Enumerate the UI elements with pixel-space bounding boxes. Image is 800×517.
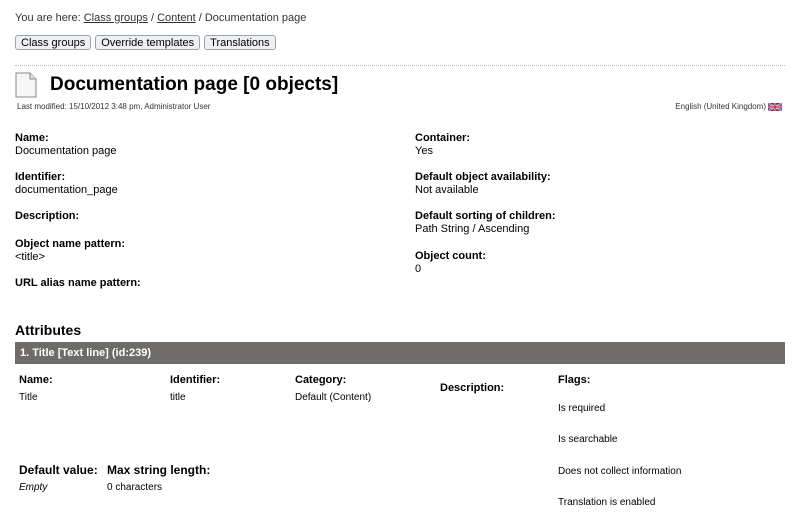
sorting-value: Path String / Ascending — [415, 223, 530, 235]
attr-category-label: Category: — [295, 374, 347, 386]
breadcrumb-separator: / — [150, 12, 155, 24]
description-label: Description: — [15, 210, 80, 222]
availability-label: Default object availability: — [415, 171, 551, 183]
flag-is-required: Is required — [558, 403, 606, 414]
breadcrumb-prefix: You are here: — [15, 12, 81, 24]
attr-identifier-value: title — [170, 392, 186, 403]
object-name-pattern-value: <title> — [15, 251, 45, 263]
attr-name-label: Name: — [19, 374, 53, 386]
breadcrumb: You are here: Class groups / Content / D… — [15, 12, 306, 24]
divider — [15, 65, 785, 66]
name-label: Name: — [15, 132, 49, 144]
attribute-header-bar: 1. Title [Text line] (id:239) — [15, 342, 785, 364]
default-value-label: Default value: — [19, 463, 98, 477]
attr-flags-label: Flags: — [558, 374, 591, 386]
name-value: Documentation page — [15, 145, 117, 157]
language-label: English (United Kingdom) — [675, 102, 766, 111]
attr-description-label: Description: — [440, 382, 505, 394]
page-title: Documentation page [0 objects] — [50, 74, 339, 95]
flag-information-collector: Does not collect information — [558, 466, 682, 477]
max-string-length-label: Max string length: — [107, 463, 211, 477]
attribute-header-title: 1. Title [Text line] (id:239) — [20, 347, 152, 359]
breadcrumb-separator: / — [198, 12, 202, 24]
breadcrumb-current: Documentation page — [204, 12, 307, 24]
attr-name-value: Title — [19, 392, 38, 403]
identifier-label: Identifier: — [15, 171, 66, 183]
max-string-length-value: 0 characters — [107, 482, 163, 493]
attributes-heading: Attributes — [15, 322, 82, 338]
uk-flag-icon — [767, 101, 783, 112]
breadcrumb-link-class-groups[interactable]: Class groups — [84, 12, 148, 24]
flag-translation: Translation is enabled — [558, 497, 656, 508]
default-value: Empty — [19, 482, 48, 493]
identifier-value: documentation_page — [15, 184, 118, 196]
attr-identifier-label: Identifier: — [170, 374, 221, 386]
object-count-value: 0 — [415, 263, 422, 275]
last-modified: Last modified: 15/10/2012 3:48 pm, Admin… — [17, 102, 211, 111]
tab-override-templates[interactable]: Override templates — [95, 35, 201, 50]
sorting-label: Default sorting of children: — [415, 210, 556, 222]
document-icon — [15, 72, 37, 98]
attr-category-value: Default (Content) — [295, 392, 372, 403]
object-name-pattern-label: Object name pattern: — [15, 238, 126, 250]
container-label: Container: — [415, 132, 470, 144]
tab-bar: Class groups Override templates Translat… — [15, 35, 276, 50]
object-count-label: Object count: — [415, 250, 486, 262]
flag-is-searchable: Is searchable — [558, 434, 618, 445]
language-indicator: English (United Kingdom) — [675, 101, 783, 112]
container-value: Yes — [415, 145, 433, 157]
tab-translations[interactable]: Translations — [204, 35, 276, 50]
breadcrumb-link-content[interactable]: Content — [157, 12, 196, 24]
url-alias-pattern-label: URL alias name pattern: — [15, 277, 141, 289]
tab-class-groups[interactable]: Class groups — [15, 35, 92, 50]
availability-value: Not available — [415, 184, 479, 196]
